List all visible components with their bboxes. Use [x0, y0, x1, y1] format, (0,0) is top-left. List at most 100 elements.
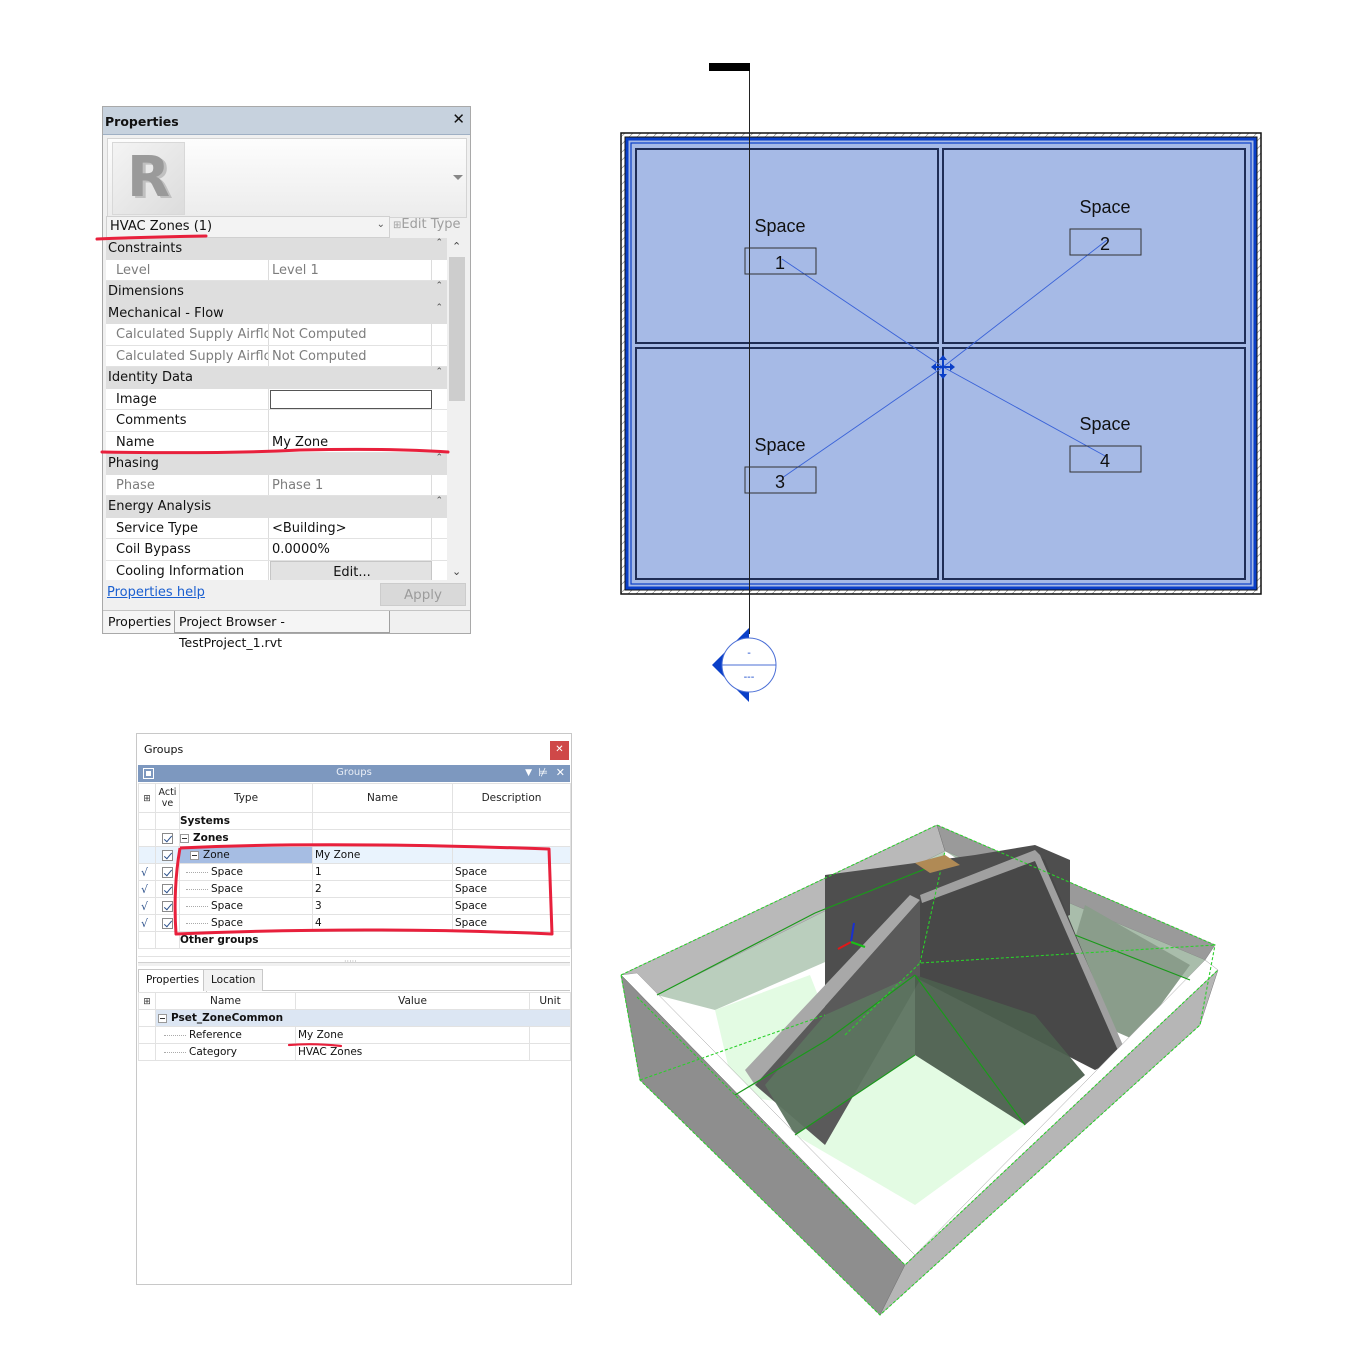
groups-window: Groups ✕ Groups ▼ ⊭ ✕ ⊞ Acti ve Type Name…: [136, 733, 572, 1285]
apply-button[interactable]: Apply: [380, 583, 466, 606]
close-icon[interactable]: ✕: [452, 110, 465, 128]
property-set-table: ⊞ Name Value Unit Pset_ZoneCommon Refere…: [138, 992, 571, 1061]
property-value[interactable]: 0.0000%: [270, 539, 432, 560]
pane-splitter[interactable]: ·····: [138, 957, 570, 966]
property-name: Phase: [106, 474, 269, 495]
property-value[interactable]: [270, 410, 432, 431]
included-check-icon: √: [141, 882, 149, 896]
space-number: 2: [1100, 234, 1110, 254]
collapse-icon[interactable]: ⌃: [435, 491, 443, 512]
column-chooser-icon[interactable]: ⊞: [138, 992, 156, 1010]
edit-cooling-button[interactable]: Edit...: [270, 560, 432, 580]
hvac-zone-fill[interactable]: [625, 137, 1257, 590]
tab-properties[interactable]: Properties: [104, 611, 176, 633]
pset-group-row[interactable]: Pset_ZoneCommon: [138, 1009, 571, 1027]
category-identity-data[interactable]: Identity Data ⌃: [106, 367, 447, 389]
property-name: Comments: [106, 410, 269, 431]
preview-dropdown-icon[interactable]: [453, 175, 463, 180]
properties-help-link[interactable]: Properties help: [107, 585, 205, 600]
property-row-coil-bypass: Coil Bypass 0.0000%: [106, 539, 447, 561]
category-label: Dimensions: [108, 284, 184, 299]
column-header-unit[interactable]: Unit: [529, 992, 571, 1010]
revit-properties-panel: Properties ✕ R HVAC Zones (1) ⌄ ⊞Edit Ty…: [102, 106, 471, 650]
section-head-bar: [709, 63, 750, 71]
property-name: Cooling Information: [106, 560, 269, 580]
property-name: Level: [106, 259, 269, 280]
pset-name: Pset_ZoneCommon: [171, 1012, 284, 1024]
space-label: Space: [1079, 197, 1130, 217]
tab-properties[interactable]: Properties: [138, 969, 208, 992]
column-header-active[interactable]: Acti ve: [155, 783, 180, 813]
scroll-down-icon[interactable]: ⌄: [452, 565, 461, 578]
property-name: Service Type: [106, 517, 269, 538]
category-energy-analysis[interactable]: Energy Analysis ⌃: [106, 496, 447, 518]
collapse-icon[interactable]: ⌃: [435, 276, 443, 297]
type-preview: R: [107, 138, 467, 218]
close-icon[interactable]: ✕: [550, 741, 569, 760]
property-value: Phase 1: [270, 474, 432, 495]
panel-close-icon[interactable]: ✕: [556, 766, 565, 779]
node-type: Systems: [180, 815, 231, 827]
node-description: [452, 812, 571, 830]
column-header-value[interactable]: Value: [295, 992, 530, 1010]
property-row-reference[interactable]: Reference My Zone: [138, 1026, 571, 1044]
collapse-icon[interactable]: ⌃: [435, 362, 443, 383]
column-chooser-icon[interactable]: ⊞: [138, 783, 156, 813]
category-dimensions[interactable]: Dimensions ⌃: [106, 281, 447, 303]
category-label: Mechanical - Flow: [108, 305, 224, 321]
section-tag[interactable]: - ---: [712, 628, 777, 702]
column-header-description[interactable]: Description: [452, 783, 571, 813]
included-check-icon: √: [141, 865, 149, 879]
tree-row-systems[interactable]: Systems: [138, 812, 571, 830]
collapse-icon[interactable]: ⌃: [435, 238, 443, 254]
3d-model-view[interactable]: [615, 815, 1225, 1330]
collapse-icon[interactable]: [158, 1013, 167, 1023]
groups-panel-title: Groups: [336, 767, 372, 778]
annotation-underline-name: [100, 447, 450, 455]
annotation-box-zone: [173, 843, 554, 936]
property-name: Coil Bypass: [106, 539, 269, 560]
node-name: [312, 812, 453, 830]
groups-panel-header: Groups ▼ ⊭ ✕: [138, 765, 570, 782]
tab-project-browser[interactable]: Project Browser - TestProject_1.rvt: [174, 611, 390, 650]
properties-title: Properties: [105, 114, 179, 129]
property-value[interactable]: [270, 389, 432, 409]
space-number: 3: [775, 472, 785, 492]
column-header-name[interactable]: Name: [155, 992, 296, 1010]
column-header-type[interactable]: Type: [179, 783, 313, 813]
section-tag-bottom: ---: [744, 672, 755, 683]
floor-plan-view[interactable]: - --- Space 1 Space 2 Space 3 Space 4: [606, 56, 1276, 716]
revit-logo-icon: R: [112, 142, 185, 215]
space-label: Space: [754, 216, 805, 236]
edit-type-button[interactable]: ⊞Edit Type: [393, 217, 461, 232]
property-table-header: ⊞ Name Value Unit: [138, 992, 571, 1010]
property-name: Calculated Supply Airflo...: [106, 324, 269, 345]
property-value[interactable]: <Building>: [270, 517, 432, 538]
property-name: Category: [189, 1046, 237, 1058]
property-unit: [529, 1026, 571, 1044]
panel-menu-icon[interactable]: ▼: [525, 768, 532, 778]
tab-location[interactable]: Location: [203, 969, 264, 991]
property-tabs: Properties Location: [138, 967, 570, 992]
section-tag-top: -: [747, 648, 751, 659]
included-check-icon: √: [141, 916, 149, 930]
property-value: Level 1: [270, 259, 432, 280]
property-row-calculated-supply-airflo: Calculated Supply Airflo... Not Computed: [106, 345, 447, 367]
category-label: Energy Analysis: [108, 499, 212, 514]
space-label: Space: [1079, 414, 1130, 434]
space-number: 1: [775, 253, 785, 273]
properties-scrollbar[interactable]: ⌃ ⌄: [448, 238, 466, 580]
scroll-up-icon[interactable]: ⌃: [452, 240, 461, 253]
property-name: Reference: [189, 1029, 242, 1041]
properties-titlebar: Properties ✕: [103, 107, 470, 135]
tree-connector: [164, 1034, 186, 1036]
category-label: Identity Data: [108, 370, 193, 385]
collapse-icon[interactable]: ⌃: [435, 298, 443, 319]
space-number: 4: [1100, 451, 1110, 471]
column-header-name[interactable]: Name: [312, 783, 453, 813]
scrollbar-thumb[interactable]: [449, 257, 465, 401]
property-row-category[interactable]: Category HVAC Zones: [138, 1043, 571, 1061]
groups-window-titlebar: Groups ✕: [137, 734, 571, 764]
category-mechanical-flow[interactable]: Mechanical - Flow ⌃: [106, 302, 447, 324]
panel-dock-icon[interactable]: ⊭: [538, 766, 548, 779]
